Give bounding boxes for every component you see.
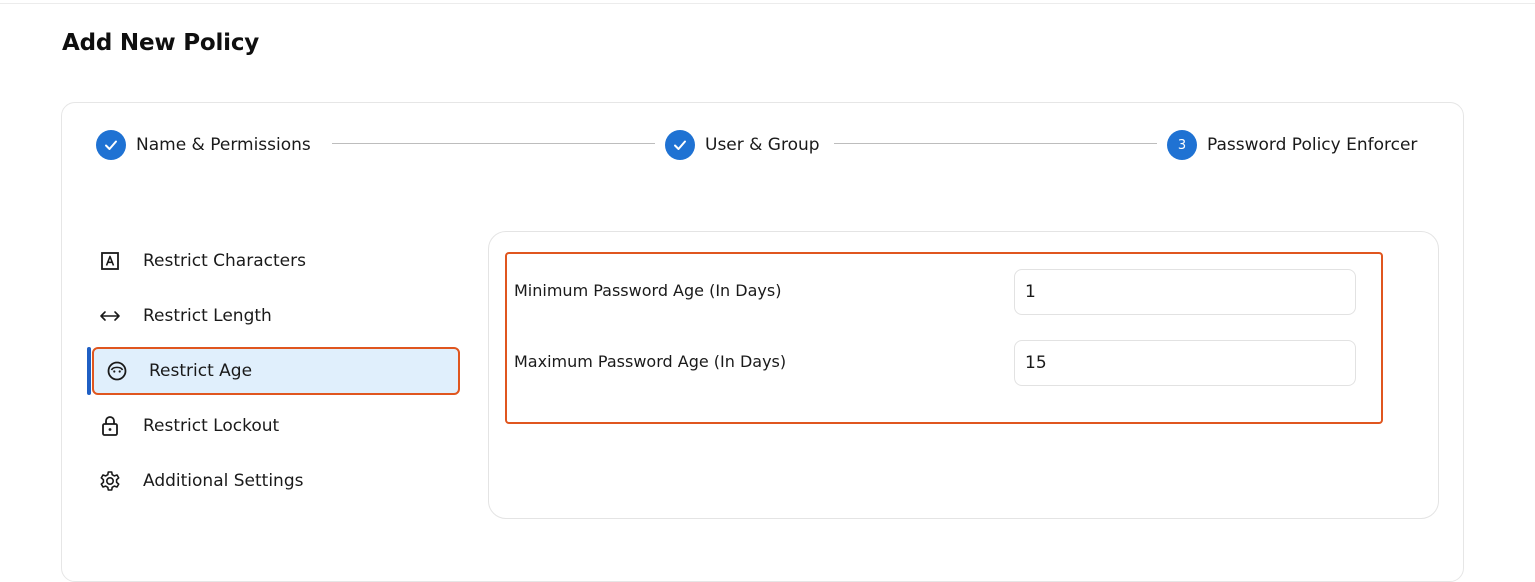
step-connector [332, 143, 655, 144]
step-number-badge: 3 [1167, 130, 1197, 160]
letter-a-box-icon [98, 249, 122, 273]
sidebar-item-restrict-age[interactable]: Restrict Age [92, 347, 460, 395]
step-name-permissions[interactable]: Name & Permissions [96, 130, 311, 160]
step-user-group[interactable]: User & Group [665, 130, 820, 160]
sidebar-item-additional-settings[interactable]: Additional Settings [92, 457, 460, 505]
step-label: User & Group [705, 135, 820, 155]
min-password-age-input[interactable] [1014, 269, 1356, 315]
gear-icon [98, 469, 122, 493]
sidebar-item-restrict-characters[interactable]: Restrict Characters [92, 237, 460, 285]
sidebar-item-restrict-length[interactable]: Restrict Length [92, 292, 460, 340]
step-password-policy-enforcer[interactable]: 3 Password Policy Enforcer [1167, 130, 1417, 160]
sidebar-item-label: Additional Settings [143, 471, 304, 491]
page-title: Add New Policy [62, 30, 260, 56]
step-label: Name & Permissions [136, 135, 311, 155]
max-age-label: Maximum Password Age (In Days) [514, 352, 787, 371]
sidebar-item-label: Restrict Lockout [143, 416, 280, 436]
top-divider [0, 3, 1535, 4]
lock-icon [98, 414, 122, 438]
min-age-label: Minimum Password Age (In Days) [514, 281, 782, 300]
sidebar-item-restrict-lockout[interactable]: Restrict Lockout [92, 402, 460, 450]
max-password-age-input[interactable] [1014, 340, 1356, 386]
sidebar-item-label: Restrict Length [143, 306, 272, 326]
step-connector [834, 143, 1157, 144]
active-indicator [87, 347, 91, 395]
sidebar-item-label: Restrict Characters [143, 251, 306, 271]
check-icon [665, 130, 695, 160]
horizontal-arrows-icon [98, 304, 122, 328]
sidebar-item-label: Restrict Age [149, 361, 253, 381]
face-icon [105, 359, 129, 383]
check-icon [96, 130, 126, 160]
step-label: Password Policy Enforcer [1207, 135, 1418, 155]
